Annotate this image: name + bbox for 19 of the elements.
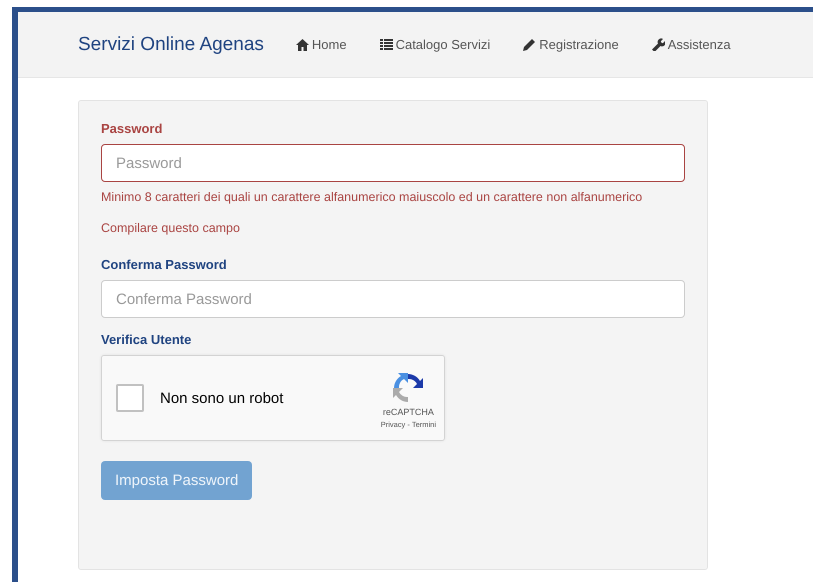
pencil-icon	[523, 38, 536, 51]
brand-title[interactable]: Servizi Online Agenas	[78, 34, 264, 56]
error-message: Minimo 8 caratteri dei quali un carattere alfanumerico maiuscolo ed un carattere non alfanumerico	[101, 189, 644, 206]
home-icon	[296, 38, 309, 50]
checkbox-label: Non sono un robot	[160, 390, 284, 406]
nav-link[interactable]: Catalogo Servizi	[380, 37, 490, 52]
field-label: Verifica Utente	[101, 332, 192, 347]
recaptcha-logo-icon	[392, 372, 424, 404]
nav-link[interactable]: Home	[296, 37, 347, 52]
list-icon	[380, 39, 393, 50]
wrench-icon	[652, 38, 665, 51]
input-field[interactable]: Password	[101, 144, 685, 182]
error-message: Compilare questo campo	[101, 220, 241, 237]
nav-link[interactable]: Registrazione	[523, 37, 619, 52]
nav-link[interactable]: Assistenza	[652, 37, 731, 52]
recaptcha-label: reCAPTCHA	[382, 406, 434, 416]
field-label: Password	[101, 121, 164, 136]
field-label: Conferma Password	[101, 257, 228, 272]
checkbox[interactable]	[116, 384, 144, 412]
